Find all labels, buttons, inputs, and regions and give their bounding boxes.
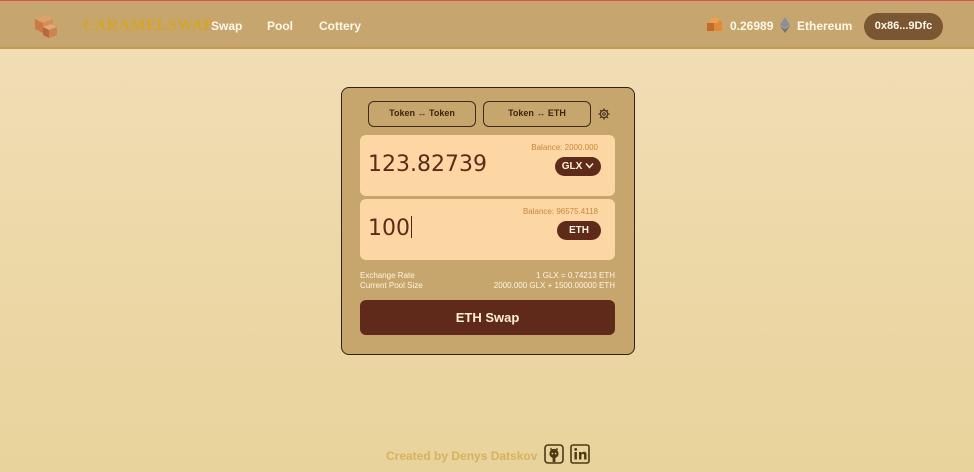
top-header: CARAMELSWAP Swap Pool Cottery 0.26989 Et… <box>0 0 974 49</box>
caramel-logo-icon[interactable] <box>31 13 59 39</box>
from-token-select[interactable]: GLX <box>555 157 601 176</box>
token-to-eth-button[interactable]: Token ↔ ETH <box>483 101 591 127</box>
nav-pool[interactable]: Pool <box>267 19 293 33</box>
pool-size-value: 2000.000 GLX + 1500.00000 ETH <box>493 281 615 290</box>
pool-size-label: Current Pool Size <box>360 281 423 290</box>
gear-icon[interactable] <box>598 108 610 120</box>
from-token-symbol: GLX <box>561 161 583 172</box>
from-balance: Balance: 2000.000 <box>531 143 598 152</box>
to-token-field[interactable]: Balance: 96575.4118 100 ETH <box>360 199 615 260</box>
wallet-address-button[interactable]: 0x86...9Dfc <box>864 13 943 40</box>
ethereum-icon <box>780 17 790 33</box>
linkedin-icon[interactable] <box>570 444 590 464</box>
from-amount-input[interactable]: 123.82739 <box>368 152 487 177</box>
to-amount-input[interactable]: 100 <box>368 216 412 241</box>
network-name: Ethereum <box>797 19 853 33</box>
to-token-badge[interactable]: ETH <box>557 221 601 240</box>
chevron-down-icon <box>585 163 594 169</box>
caramel-token-icon <box>707 18 722 31</box>
token-balance: 0.26989 <box>730 19 774 33</box>
nav-cottery[interactable]: Cottery <box>319 19 361 33</box>
eth-swap-button[interactable]: ETH Swap <box>360 300 615 335</box>
brand-name[interactable]: CARAMELSWAP <box>83 17 213 35</box>
text-caret <box>411 216 412 238</box>
exchange-rate-label: Exchange Rate <box>360 271 415 280</box>
token-to-token-button[interactable]: Token ↔ Token <box>368 101 476 127</box>
github-icon[interactable] <box>544 444 564 464</box>
to-amount-value: 100 <box>368 216 410 241</box>
footer-credit: Created by Denys Datskov <box>386 449 538 463</box>
from-token-field[interactable]: Balance: 2000.000 123.82739 GLX <box>360 135 615 196</box>
exchange-rate-value: 1 GLX = 0.74213 ETH <box>536 271 615 280</box>
to-balance: Balance: 96575.4118 <box>522 207 598 216</box>
nav-swap[interactable]: Swap <box>211 19 242 33</box>
swap-card: Token ↔ Token Token ↔ ETH Balance: 2000.… <box>341 87 635 355</box>
